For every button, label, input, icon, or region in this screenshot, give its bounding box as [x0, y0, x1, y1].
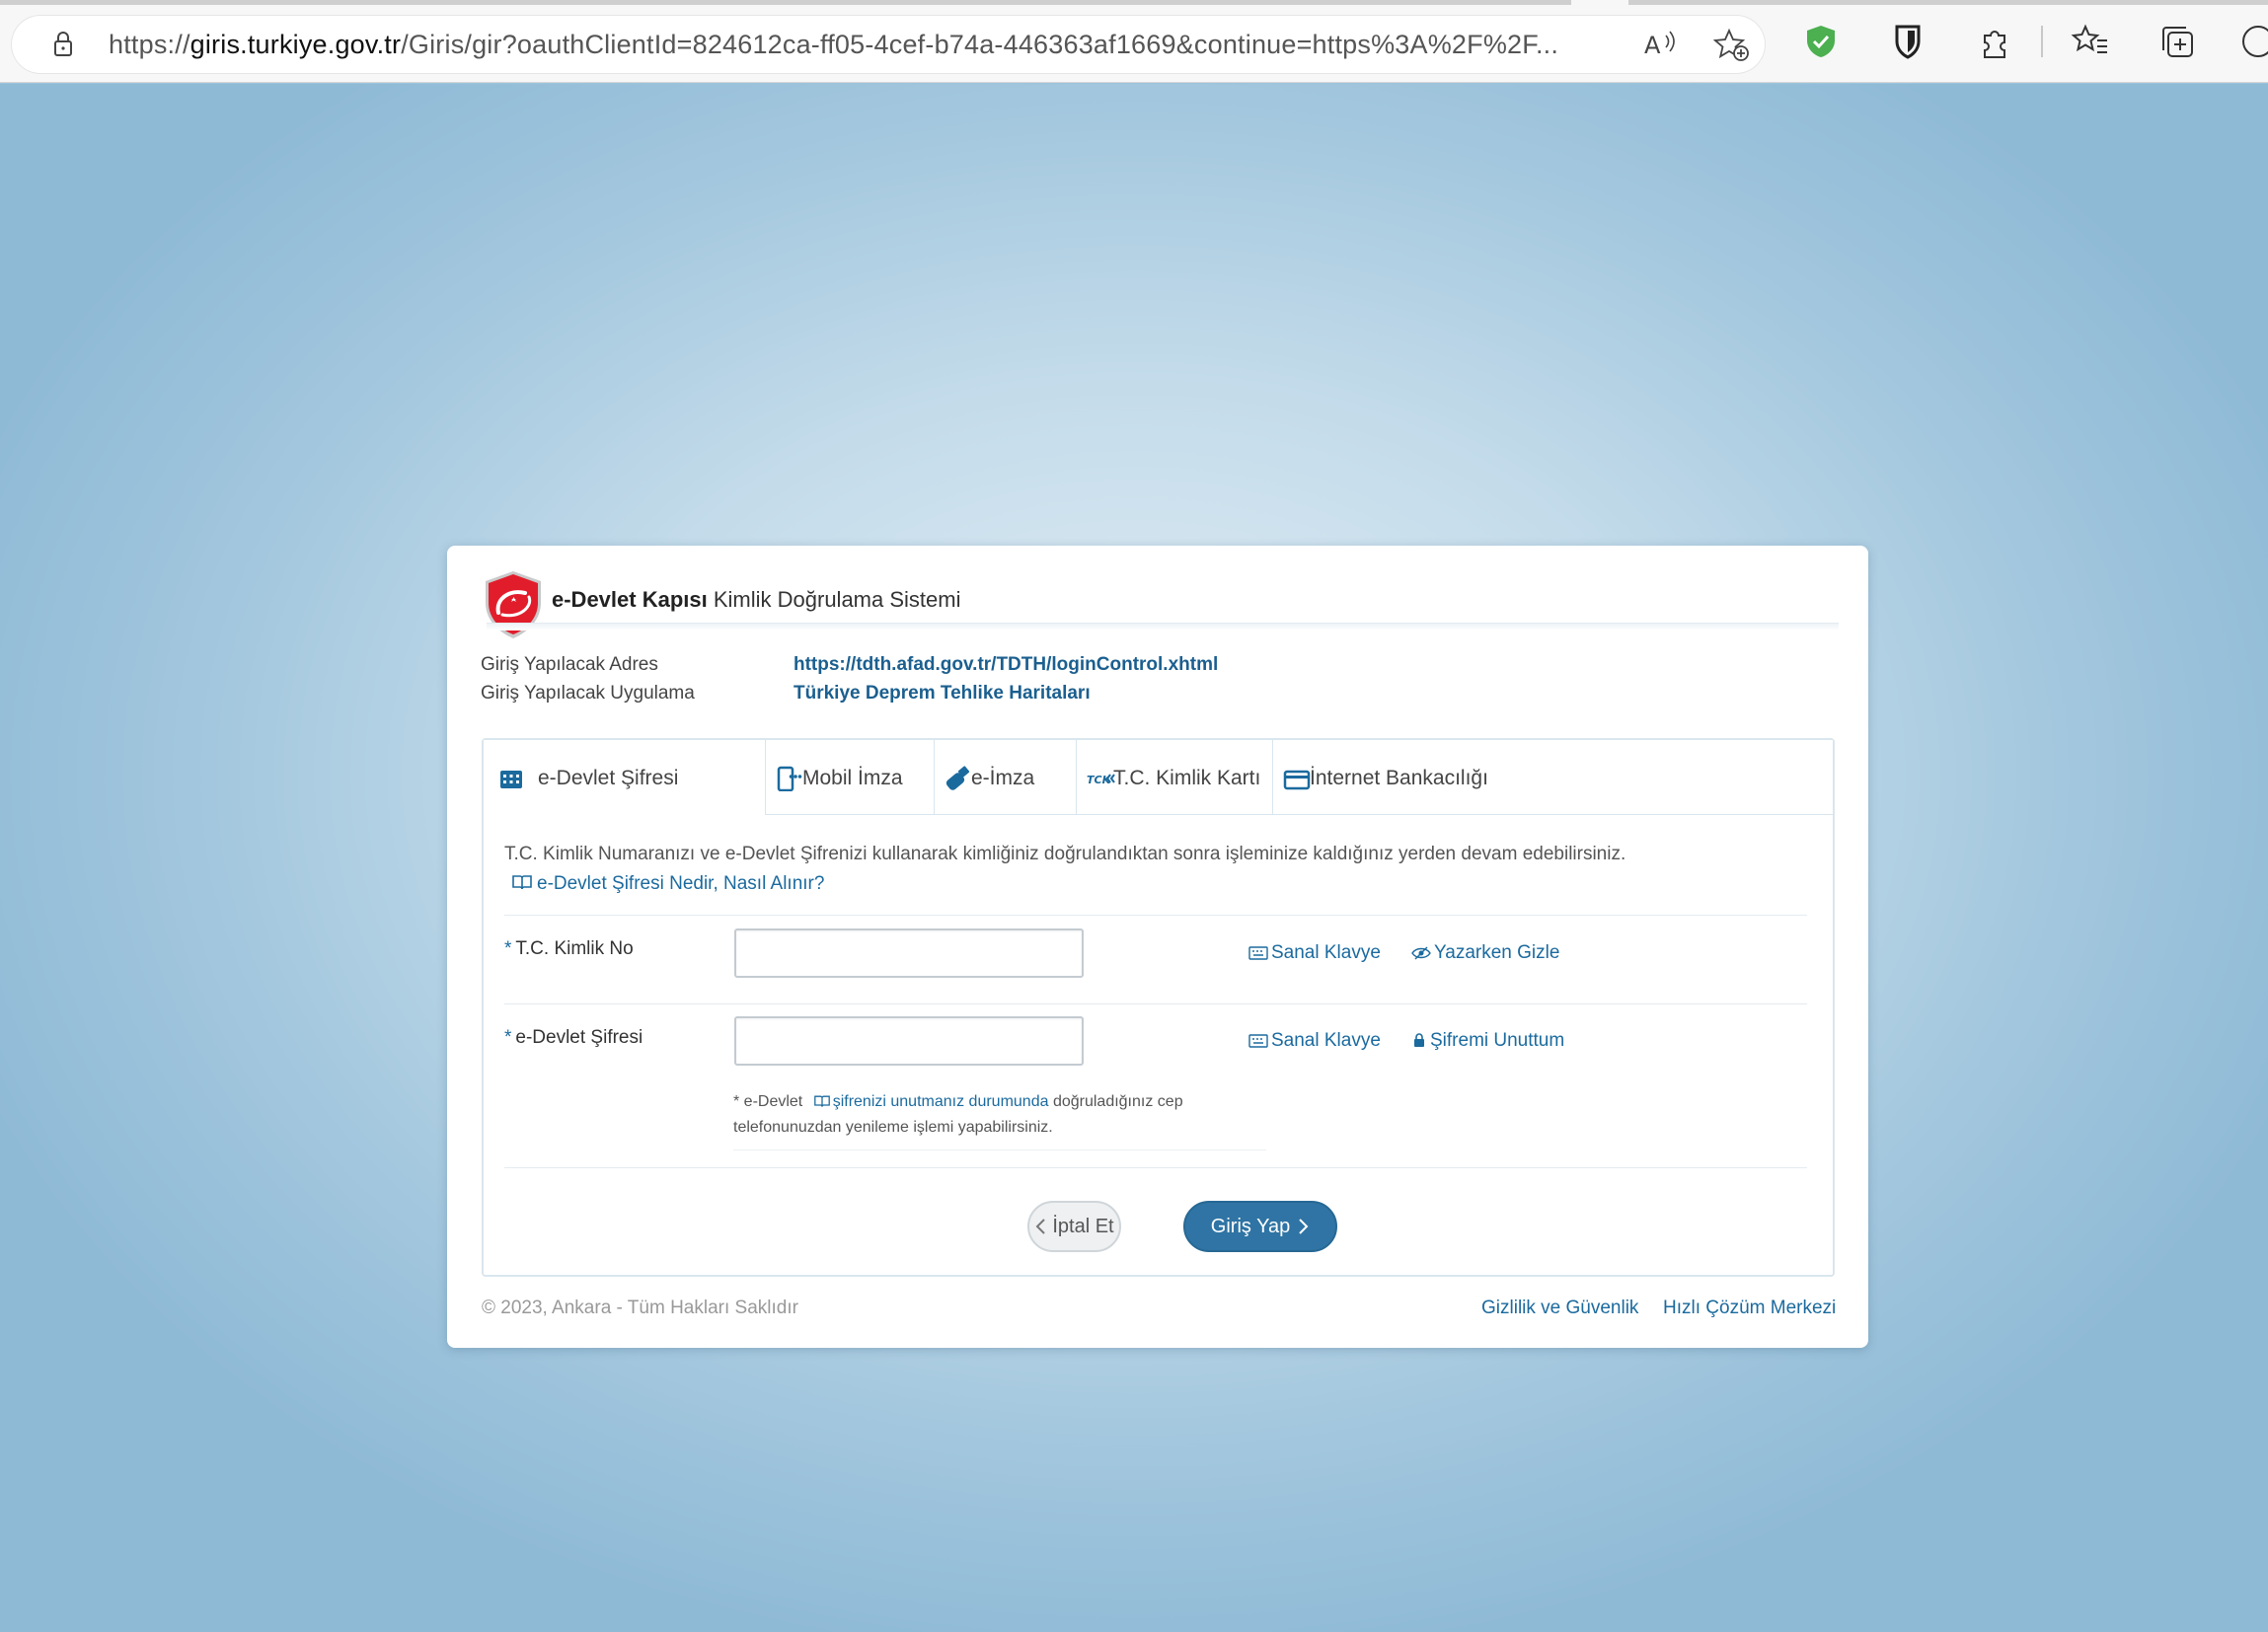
chevron-right-icon [1299, 1219, 1309, 1234]
virtual-keyboard-text[interactable]: Sanal Klavye [1271, 942, 1381, 963]
collections-icon[interactable] [2157, 22, 2197, 61]
tab-e-imza[interactable]: e-İmza [935, 740, 1077, 815]
address-bar[interactable]: https://giris.turkiye.gov.tr/Giris/gir?o… [12, 16, 1765, 73]
read-aloud-icon[interactable]: A [1642, 28, 1678, 61]
hide-while-typing-link[interactable]: Yazarken Gizle [1411, 942, 1559, 964]
login-button-label: Giriş Yap [1210, 1216, 1291, 1237]
tab-e-devlet-sifresi[interactable]: e-Devlet Şifresi [484, 740, 766, 815]
keypad-icon [500, 771, 522, 788]
tab-label: e-İmza [971, 767, 1035, 789]
usb-token-icon [945, 766, 970, 790]
note-start: * e-Devlet [733, 1093, 803, 1110]
divider [504, 915, 1807, 916]
tab-internet-bankaciligi[interactable]: İnternet Bankacılığı [1273, 740, 1833, 815]
favorites-icon[interactable] [2071, 22, 2110, 61]
virtual-keyboard-link-tc[interactable]: Sanal Klavye [1248, 942, 1381, 964]
keyboard-icon [1248, 946, 1268, 960]
virtual-keyboard-text[interactable]: Sanal Klavye [1271, 1030, 1381, 1051]
required-mark: * [504, 938, 512, 959]
tab-tc-kimlik-karti[interactable]: TCK T.C. Kimlik Kartı [1077, 740, 1273, 815]
add-favorite-icon[interactable] [1713, 28, 1751, 63]
mobile-signature-icon [777, 766, 802, 791]
tab-strip-edge-right [1628, 0, 2268, 5]
forgot-password-link[interactable]: Şifremi Unuttum [1411, 1030, 1564, 1052]
tab-mobil-imza[interactable]: Mobil İmza [766, 740, 935, 815]
login-description: T.C. Kimlik Numaranızı ve e-Devlet Şifre… [504, 844, 1626, 864]
auth-method-panel: e-Devlet Şifresi Mobil İmza e-İmza TCK T… [482, 738, 1835, 1277]
book-icon [813, 1095, 830, 1107]
app-label: Giriş Yapılacak Uygulama [481, 683, 695, 704]
bitwarden-icon[interactable] [1888, 22, 1928, 61]
password-label: * e-Devlet Şifresi [504, 1027, 643, 1049]
brand-bold: e-Devlet Kapısı [552, 587, 708, 612]
eye-slash-icon [1411, 946, 1431, 960]
hide-while-typing-text[interactable]: Yazarken Gizle [1434, 942, 1559, 963]
url-path: /Giris/gir?oauthClientId=824612ca-ff05-4… [401, 30, 1559, 59]
forgot-password-text[interactable]: Şifremi Unuttum [1430, 1030, 1564, 1051]
lock-icon[interactable] [48, 30, 78, 59]
required-mark: * [504, 1027, 512, 1048]
toolbar-separator [2041, 26, 2043, 57]
password-note: * e-Devlet şifrenizi unutmanız durumunda… [733, 1089, 1266, 1141]
tc-kimlik-label-text: T.C. Kimlik No [515, 938, 634, 959]
privacy-link[interactable]: Gizlilik ve Güvenlik [1481, 1298, 1638, 1319]
login-card: e-Devlet Kapısı Kimlik Doğrulama Sistemi… [447, 546, 1868, 1348]
auth-tabs: e-Devlet Şifresi Mobil İmza e-İmza TCK T… [484, 740, 1833, 815]
svg-text:A: A [1644, 32, 1661, 59]
address-label: Giriş Yapılacak Adres [481, 654, 658, 675]
keyboard-icon [1248, 1034, 1268, 1048]
help-link[interactable]: e-Devlet Şifresi Nedir, Nasıl Alınır? [511, 872, 824, 895]
tab-strip-edge [0, 0, 1571, 5]
bank-card-icon [1283, 770, 1311, 790]
url-text[interactable]: https://giris.turkiye.gov.tr/Giris/gir?o… [109, 16, 1619, 73]
shield-extension-icon[interactable] [1801, 22, 1841, 61]
help-center-link[interactable]: Hızlı Çözüm Merkezi [1663, 1298, 1836, 1319]
login-button[interactable]: Giriş Yap [1183, 1201, 1337, 1252]
app-value: Türkiye Deprem Tehlike Haritaları [794, 683, 1091, 704]
tab-label: e-Devlet Şifresi [538, 767, 679, 789]
browser-toolbar: https://giris.turkiye.gov.tr/Giris/gir?o… [0, 0, 2268, 83]
virtual-keyboard-link-password[interactable]: Sanal Klavye [1248, 1030, 1381, 1052]
header-divider [487, 623, 1839, 631]
url-scheme: https:// [109, 30, 190, 59]
address-value: https://tdth.afad.gov.tr/TDTH/loginContr… [794, 654, 1219, 675]
profile-icon[interactable] [2238, 22, 2268, 61]
tab-label: Mobil İmza [802, 767, 903, 789]
cancel-button[interactable]: İptal Et [1027, 1201, 1121, 1252]
password-input[interactable] [734, 1016, 1084, 1066]
brand-subtitle: Kimlik Doğrulama Sistemi [713, 587, 961, 612]
copyright-text: © 2023, Ankara - Tüm Hakları Saklıdır [482, 1298, 798, 1318]
tab-label: İnternet Bankacılığı [1310, 767, 1488, 789]
brand-title: e-Devlet Kapısı Kimlik Doğrulama Sistemi [552, 587, 960, 613]
cancel-button-label: İptal Et [1052, 1216, 1114, 1237]
divider [504, 1003, 1807, 1004]
book-icon [512, 875, 532, 890]
help-link-text[interactable]: e-Devlet Şifresi Nedir, Nasıl Alınır? [537, 873, 824, 894]
url-host: giris.turkiye.gov.tr [189, 30, 402, 59]
password-label-text: e-Devlet Şifresi [515, 1027, 643, 1048]
tc-kimlik-input[interactable] [734, 928, 1084, 978]
chevron-left-icon [1035, 1219, 1046, 1234]
extensions-icon[interactable] [1975, 22, 2014, 61]
divider [504, 1167, 1807, 1168]
note-link[interactable]: şifrenizi unutmanız durumunda [833, 1093, 1049, 1110]
lock-icon [1414, 1033, 1424, 1047]
tab-label: T.C. Kimlik Kartı [1113, 767, 1261, 789]
tc-kimlik-label: * T.C. Kimlik No [504, 938, 634, 960]
card-header: e-Devlet Kapısı Kimlik Doğrulama Sistemi [447, 546, 1868, 638]
